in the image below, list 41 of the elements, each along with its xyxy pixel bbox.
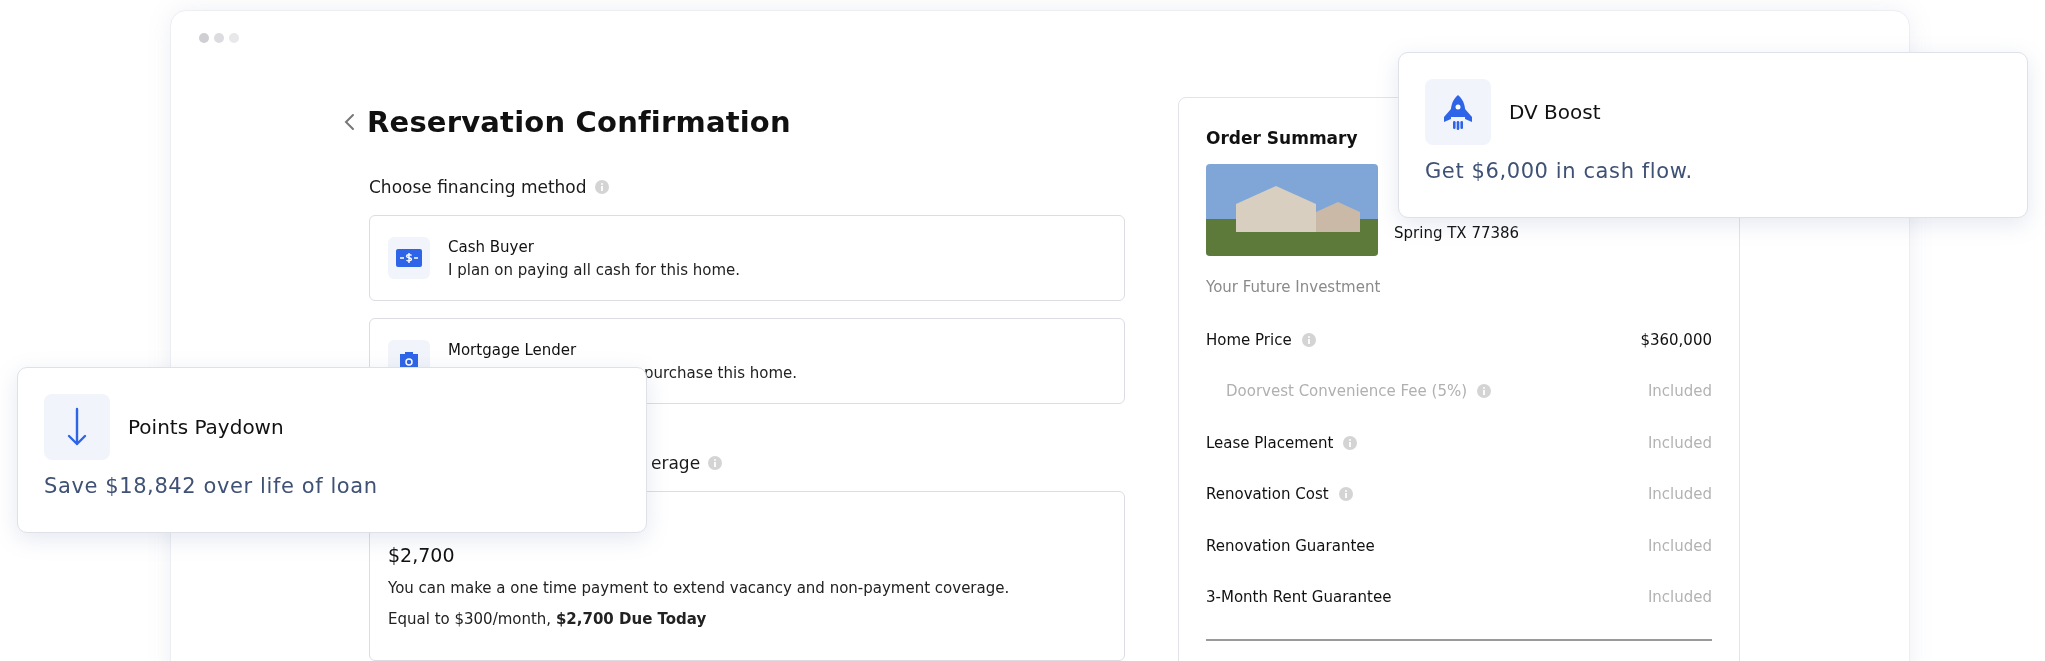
- cash-bill-icon: [396, 249, 422, 267]
- summary-label: Home Price: [1206, 330, 1292, 349]
- coverage-note: Equal to $300/month, $2,700 Due Today: [388, 610, 708, 628]
- window-dot: [214, 33, 224, 43]
- coverage-amount: $2,700: [388, 544, 456, 566]
- info-icon[interactable]: [594, 180, 609, 194]
- option-title: Cash Buyer: [448, 237, 535, 256]
- promo-text: Get $6,000 in cash flow.: [1425, 159, 1694, 183]
- option-title: Mortgage Lender: [448, 340, 578, 359]
- summary-value: Included: [1647, 485, 1712, 504]
- summary-value: Included: [1647, 382, 1712, 401]
- info-icon[interactable]: [1477, 384, 1492, 399]
- summary-label: Renovation Guarantee: [1206, 536, 1375, 555]
- page-title: Reservation Confirmation: [367, 105, 791, 139]
- down-arrow-icon: [67, 407, 87, 447]
- promo-title: Points Paydown: [128, 415, 284, 439]
- coverage-description: You can make a one time payment to extend vacancy and non-payment coverage.: [388, 579, 1011, 597]
- option-description: I plan on paying all cash for this home.: [448, 260, 740, 279]
- summary-label: 3-Month Rent Guarantee: [1206, 588, 1392, 607]
- summary-value: Included: [1647, 536, 1712, 555]
- summary-label: Doorvest Convenience Fee (5%): [1226, 382, 1468, 401]
- option-description: purchase this home.: [643, 363, 798, 382]
- financing-option[interactable]: Cash Buyer I plan on paying all cash for this home.: [369, 215, 1125, 301]
- section-heading: Choose financing method: [369, 177, 587, 197]
- summary-value: $360,000: [1640, 330, 1712, 349]
- info-icon[interactable]: [1343, 435, 1358, 450]
- window-dot: [199, 33, 209, 43]
- summary-label: Lease Placement: [1206, 433, 1334, 452]
- promo-title: DV Boost: [1509, 100, 1601, 124]
- summary-value: Included: [1647, 588, 1712, 607]
- section-label: Your Future Investment: [1206, 278, 1382, 296]
- rocket-icon: [1441, 93, 1475, 131]
- summary-value: Included: [1647, 433, 1712, 452]
- summary-label: Renovation Cost: [1206, 485, 1329, 504]
- section-heading: erage: [651, 453, 701, 473]
- info-icon[interactable]: [1338, 487, 1353, 502]
- back-chevron-icon[interactable]: [343, 112, 357, 132]
- info-icon[interactable]: [708, 456, 723, 470]
- info-icon[interactable]: [1301, 332, 1316, 347]
- order-summary-title: Order Summary: [1206, 128, 1358, 148]
- property-address: Spring TX 77386: [1394, 224, 1520, 242]
